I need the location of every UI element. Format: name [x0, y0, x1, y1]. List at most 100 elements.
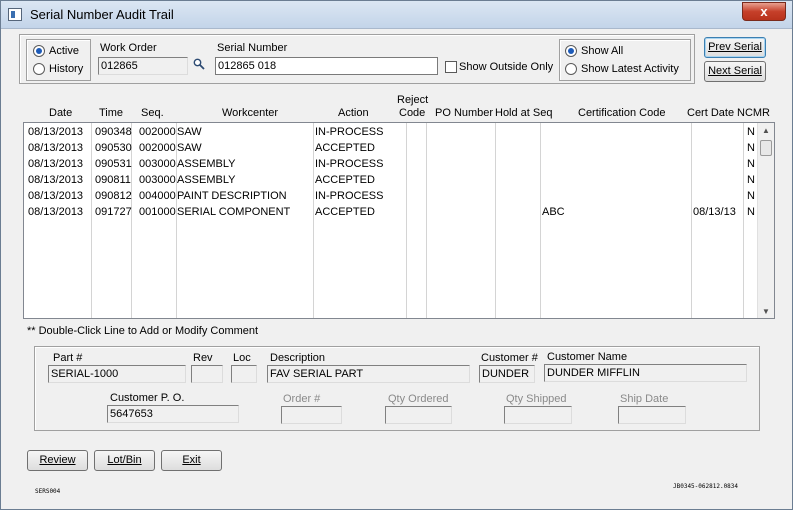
table-row[interactable]: 08/13/2013 091727 001000 SERIAL COMPONEN…	[24, 204, 757, 220]
cell-workcenter: ASSEMBLY	[177, 174, 236, 186]
customer-number-field: DUNDER	[479, 365, 535, 383]
cell-date: 08/13/2013	[28, 190, 84, 202]
cell-workcenter: PAINT DESCRIPTION	[177, 190, 287, 202]
description-label: Description	[270, 352, 326, 364]
order-number-field	[281, 406, 342, 424]
serial-number-field[interactable]: 012865 018	[215, 57, 438, 75]
cell-time: 090530	[95, 142, 132, 154]
active-label: Active	[49, 45, 79, 57]
table-row[interactable]: 08/13/2013 090812 004000 PAINT DESCRIPTI…	[24, 188, 757, 204]
cell-date: 08/13/2013	[28, 158, 84, 170]
qty-ordered-field	[385, 406, 452, 424]
cell-ncmr: N	[747, 190, 755, 202]
cell-seq: 002000	[139, 142, 176, 154]
show-all-radio[interactable]	[565, 45, 577, 57]
cell-ncmr: N	[747, 158, 755, 170]
scroll-down-arrow-icon[interactable]: ▼	[762, 307, 770, 316]
cell-seq: 003000	[139, 158, 176, 170]
cell-action: ACCEPTED	[315, 206, 375, 218]
col-cert-date: Cert Date	[687, 107, 735, 119]
window-title: Serial Number Audit Trail	[30, 7, 174, 22]
cell-action: IN-PROCESS	[315, 158, 384, 170]
active-radio[interactable]	[33, 45, 45, 57]
order-number-label: Order #	[283, 393, 321, 405]
comment-hint: ** Double-Click Line to Add or Modify Co…	[27, 325, 259, 337]
table-row[interactable]: 08/13/2013 090348 002000 SAW IN-PROCESS …	[24, 124, 757, 140]
qty-shipped-label: Qty Shipped	[506, 393, 567, 405]
table-row[interactable]: 08/13/2013 090531 003000 ASSEMBLY IN-PRO…	[24, 156, 757, 172]
show-outside-only-label: Show Outside Only	[459, 61, 554, 73]
customer-name-field: DUNDER MIFFLIN	[544, 364, 747, 382]
cell-time: 090531	[95, 158, 132, 170]
next-serial-button[interactable]: Next Serial	[704, 61, 766, 82]
col-reject-line2: Code	[399, 107, 426, 119]
loc-field	[231, 365, 257, 383]
customer-name-label: Customer Name	[547, 351, 628, 363]
work-order-field[interactable]: 012865	[98, 57, 188, 75]
rev-field	[191, 365, 223, 383]
col-date: Date	[49, 107, 73, 119]
col-hold-at-seq: Hold at Seq	[495, 107, 553, 119]
table-row[interactable]: 08/13/2013 090811 003000 ASSEMBLY ACCEPT…	[24, 172, 757, 188]
history-label: History	[49, 63, 84, 75]
cell-date: 08/13/2013	[28, 142, 84, 154]
col-po-number: PO Number	[435, 107, 494, 119]
history-radio[interactable]	[33, 63, 45, 75]
serial-number-label: Serial Number	[217, 42, 288, 54]
app-icon	[8, 8, 22, 21]
cell-ncmr: N	[747, 174, 755, 186]
cell-action: IN-PROCESS	[315, 190, 384, 202]
cell-workcenter: ASSEMBLY	[177, 158, 236, 170]
search-icon[interactable]	[193, 58, 205, 70]
col-certification-code: Certification Code	[578, 107, 666, 119]
lot-bin-button[interactable]: Lot/Bin	[94, 450, 155, 471]
exit-button[interactable]: Exit	[161, 450, 222, 471]
ship-date-label: Ship Date	[620, 393, 669, 405]
col-action: Action	[338, 107, 369, 119]
cell-date: 08/13/2013	[28, 174, 84, 186]
work-order-label: Work Order	[100, 42, 157, 54]
customer-number-label: Customer #	[481, 352, 538, 364]
qty-shipped-field	[504, 406, 572, 424]
table-row[interactable]: 08/13/2013 090530 002000 SAW ACCEPTED N	[24, 140, 757, 156]
col-reject-line1: Reject	[397, 94, 429, 106]
col-workcenter: Workcenter	[222, 107, 279, 119]
show-latest-radio[interactable]	[565, 63, 577, 75]
qty-ordered-label: Qty Ordered	[388, 393, 449, 405]
cell-time: 090811	[95, 174, 131, 186]
cell-date: 08/13/2013	[28, 126, 84, 138]
part-field: SERIAL-1000	[48, 365, 186, 383]
cell-seq: 003000	[139, 174, 176, 186]
cell-ncmr: N	[747, 142, 755, 154]
rev-label: Rev	[193, 352, 213, 364]
scroll-up-arrow-icon[interactable]: ▲	[762, 126, 770, 135]
close-button[interactable]: x	[742, 2, 786, 21]
cell-seq: 004000	[139, 190, 176, 202]
title-bar: Serial Number Audit Trail x	[1, 1, 792, 29]
show-all-label: Show All	[581, 45, 624, 57]
cell-action: ACCEPTED	[315, 142, 375, 154]
cell-action: ACCEPTED	[315, 174, 375, 186]
col-ncmr: NCMR	[737, 107, 770, 119]
cell-action: IN-PROCESS	[315, 126, 384, 138]
prev-serial-button[interactable]: Prev Serial	[704, 37, 766, 58]
show-outside-only-checkbox[interactable]	[445, 61, 457, 73]
audit-grid[interactable]: 08/13/2013 090348 002000 SAW IN-PROCESS …	[23, 122, 775, 319]
review-button[interactable]: Review	[27, 450, 88, 471]
cell-workcenter: SAW	[177, 142, 202, 154]
cell-ncmr: N	[747, 206, 755, 218]
cell-workcenter: SERIAL COMPONENT	[177, 206, 291, 218]
cell-date: 08/13/2013	[28, 206, 84, 218]
cell-cert-code: ABC	[542, 206, 565, 218]
scroll-thumb[interactable]	[760, 140, 772, 156]
description-field: FAV SERIAL PART	[267, 365, 470, 383]
loc-label: Loc	[233, 352, 251, 364]
cell-time: 090348	[95, 126, 132, 138]
grid-scrollbar[interactable]: ▲ ▼	[757, 123, 774, 318]
cell-cert-date: 08/13/13	[693, 206, 736, 218]
screen-id: SERS004	[35, 488, 61, 495]
version-string: JB0345-062812.0834	[673, 483, 739, 490]
customer-po-field: 5647653	[107, 405, 239, 423]
ship-date-field	[618, 406, 686, 424]
serial-audit-window: Serial Number Audit Trail x Active Histo…	[0, 0, 793, 510]
